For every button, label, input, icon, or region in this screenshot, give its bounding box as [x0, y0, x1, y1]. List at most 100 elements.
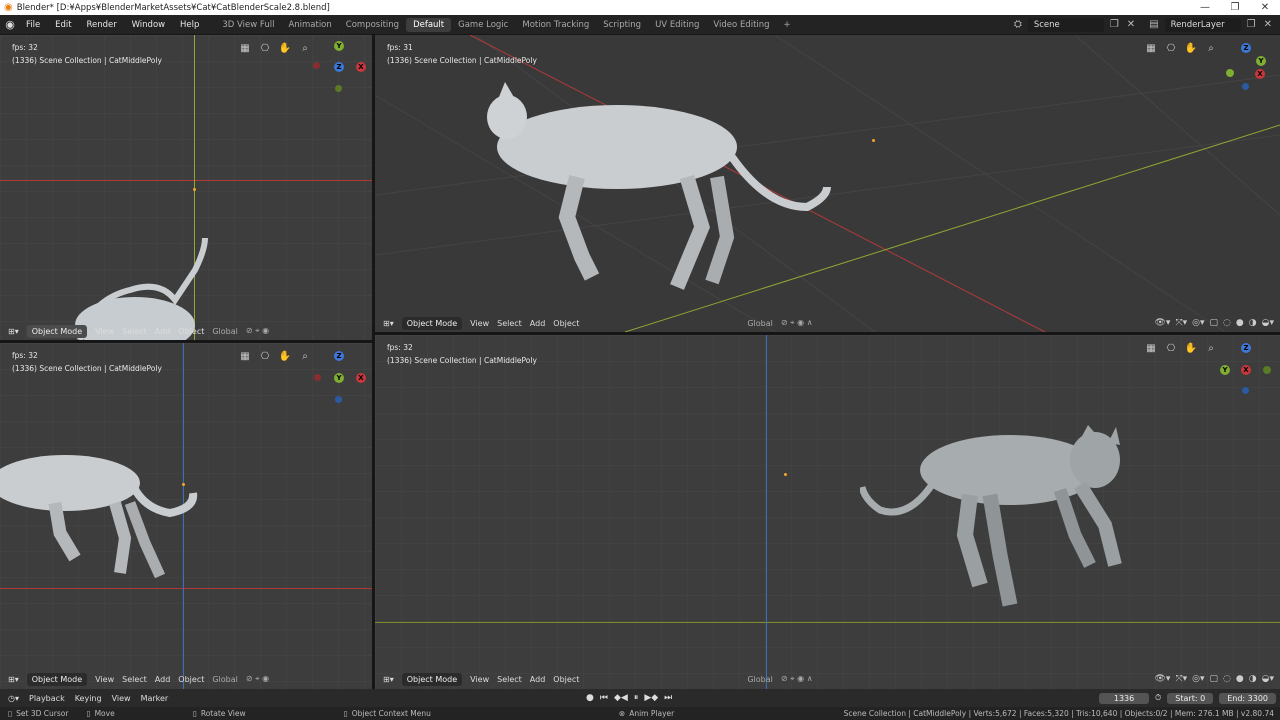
gizmo-neg-y[interactable] — [335, 85, 342, 92]
cat-model[interactable] — [860, 425, 1140, 620]
gizmo-z-axis[interactable]: Z — [334, 62, 344, 72]
prev-keyframe-icon[interactable]: ◆◀ — [614, 693, 628, 703]
object-mode-dropdown[interactable]: Object Mode — [26, 672, 88, 686]
camera-icon[interactable]: ⎔ — [257, 349, 273, 365]
editor-type-icon[interactable]: ⊞▾ — [383, 319, 394, 328]
xray-icon[interactable]: ▢ — [1210, 674, 1219, 684]
menu-help[interactable]: Help — [174, 20, 205, 30]
timeline-editor-icon[interactable]: ◷▾ — [8, 694, 19, 703]
object-menu[interactable]: Object — [178, 675, 204, 684]
gizmo-neg-x[interactable] — [314, 374, 321, 381]
tab-3d-view-full[interactable]: 3D View Full — [215, 18, 281, 32]
object-menu[interactable]: Object — [178, 327, 204, 336]
camera-icon[interactable]: ⎔ — [1163, 341, 1179, 357]
material-shading-icon[interactable]: ◑ — [1249, 674, 1257, 684]
viewport-bottom-left[interactable]: fps: 32 (1336) Scene Collection | CatMid… — [0, 343, 372, 689]
delete-scene-icon[interactable]: ✕ — [1125, 19, 1137, 30]
axis-gizmo[interactable]: Z Y X — [309, 347, 369, 407]
hand-icon[interactable]: ✋ — [277, 349, 293, 365]
view-menu[interactable]: View — [470, 675, 489, 684]
view-menu[interactable]: View — [95, 675, 114, 684]
cancel-icon[interactable]: ⊗ — [619, 709, 625, 718]
tab-compositing[interactable]: Compositing — [339, 18, 406, 32]
grid-icon[interactable]: ▦ — [1143, 41, 1159, 57]
editor-type-icon[interactable]: ⊞▾ — [8, 675, 19, 684]
editor-type-icon[interactable]: ⊞▾ — [8, 327, 19, 336]
delete-view-layer-icon[interactable]: ✕ — [1262, 19, 1274, 30]
snap-icon[interactable]: ⊘ ⌖ ◉ ∧ — [781, 674, 813, 684]
new-view-layer-icon[interactable]: ❐ — [1245, 19, 1258, 30]
keying-menu[interactable]: Keying — [75, 694, 102, 703]
clock-icon[interactable]: ⏱ — [1155, 693, 1161, 703]
menu-edit[interactable]: Edit — [49, 20, 77, 30]
solid-shading-icon[interactable]: ● — [1236, 674, 1244, 684]
camera-icon[interactable]: ⎔ — [257, 41, 273, 57]
gizmo-y-axis[interactable]: Y — [334, 373, 344, 383]
wireframe-shading-icon[interactable]: ◌ — [1223, 318, 1231, 328]
gizmo-z-axis[interactable]: Z — [334, 351, 344, 361]
playback-menu[interactable]: Playback — [29, 694, 65, 703]
view-menu[interactable]: View — [470, 319, 489, 328]
orientation-dropdown[interactable]: Global — [212, 327, 238, 336]
gizmo-x-axis[interactable]: X — [356, 373, 366, 383]
add-workspace-button[interactable]: + — [777, 18, 798, 32]
tab-motion-tracking[interactable]: Motion Tracking — [515, 18, 596, 32]
gizmo-neg-y[interactable] — [1263, 366, 1271, 374]
tab-default[interactable]: Default — [406, 17, 452, 32]
add-menu[interactable]: Add — [530, 319, 546, 328]
marker-menu[interactable]: Marker — [141, 694, 169, 703]
viewport-top-right[interactable]: fps: 31 (1336) Scene Collection | CatMid… — [375, 35, 1280, 332]
viewport-top-left[interactable]: fps: 32 (1336) Scene Collection | CatMid… — [0, 35, 372, 340]
view-layer-field[interactable]: RenderLayer — [1164, 17, 1241, 32]
tab-animation[interactable]: Animation — [281, 18, 338, 32]
cat-model[interactable] — [487, 77, 837, 292]
visibility-icon[interactable]: 👁▾ — [1154, 674, 1170, 684]
blender-menu-icon[interactable]: ◉ — [0, 18, 20, 31]
overlay-toggle-icon[interactable]: ◎▾ — [1192, 674, 1204, 684]
gizmo-y-axis[interactable]: Y — [1256, 56, 1266, 66]
current-frame-field[interactable]: 1336 — [1099, 692, 1150, 704]
close-button[interactable]: ✕ — [1250, 0, 1280, 15]
grid-icon[interactable]: ▦ — [237, 349, 253, 365]
axis-gizmo[interactable]: Z Y X — [1218, 39, 1278, 99]
select-menu[interactable]: Select — [122, 675, 147, 684]
zoom-icon[interactable]: ⌕ — [1203, 341, 1219, 357]
timeline-view-menu[interactable]: View — [112, 694, 131, 703]
pause-icon[interactable]: ⏸ — [634, 693, 639, 703]
gizmo-x-axis[interactable]: X — [1241, 365, 1251, 375]
end-frame-field[interactable]: End: 3300 — [1219, 692, 1276, 704]
rendered-shading-icon[interactable]: ◒▾ — [1262, 674, 1274, 684]
gizmo-neg-z[interactable] — [1242, 83, 1249, 90]
new-scene-icon[interactable]: ❐ — [1108, 19, 1121, 30]
record-icon[interactable]: ● — [586, 693, 594, 703]
gizmo-neg-z[interactable] — [1242, 387, 1249, 394]
jump-start-icon[interactable]: ⏮ — [600, 693, 608, 703]
wireframe-shading-icon[interactable]: ◌ — [1223, 674, 1231, 684]
add-menu[interactable]: Add — [155, 327, 171, 336]
zoom-icon[interactable]: ⌕ — [1203, 41, 1219, 57]
gizmo-y-axis[interactable]: Y — [1220, 365, 1230, 375]
select-menu[interactable]: Select — [497, 319, 522, 328]
material-shading-icon[interactable]: ◑ — [1249, 318, 1257, 328]
view-layer-icon[interactable]: ▤ — [1147, 19, 1160, 30]
gizmo-x-axis[interactable]: X — [1255, 69, 1265, 79]
viewport-bottom-right[interactable]: fps: 32 (1336) Scene Collection | CatMid… — [375, 335, 1280, 689]
next-keyframe-icon[interactable]: ▶◆ — [644, 693, 658, 703]
menu-render[interactable]: Render — [80, 20, 122, 30]
minimize-button[interactable]: — — [1190, 0, 1220, 15]
start-frame-field[interactable]: Start: 0 — [1167, 692, 1214, 704]
camera-icon[interactable]: ⎔ — [1163, 41, 1179, 57]
snap-icon[interactable]: ⊘ ⌖ ◉ ∧ — [781, 318, 813, 328]
gizmo-neg-x[interactable] — [313, 62, 320, 69]
scene-icon[interactable]: ⛭ — [1012, 19, 1024, 30]
orientation-dropdown[interactable]: Global — [212, 675, 238, 684]
solid-shading-icon[interactable]: ● — [1236, 318, 1244, 328]
gizmo-toggle-icon[interactable]: ⤧▾ — [1175, 318, 1187, 328]
gizmo-neg-z[interactable] — [335, 396, 342, 403]
orientation-dropdown[interactable]: Global — [747, 319, 773, 328]
menu-window[interactable]: Window — [126, 20, 172, 30]
xray-icon[interactable]: ▢ — [1210, 318, 1219, 328]
gizmo-toggle-icon[interactable]: ⤧▾ — [1175, 674, 1187, 684]
hand-icon[interactable]: ✋ — [1183, 341, 1199, 357]
add-menu[interactable]: Add — [530, 675, 546, 684]
